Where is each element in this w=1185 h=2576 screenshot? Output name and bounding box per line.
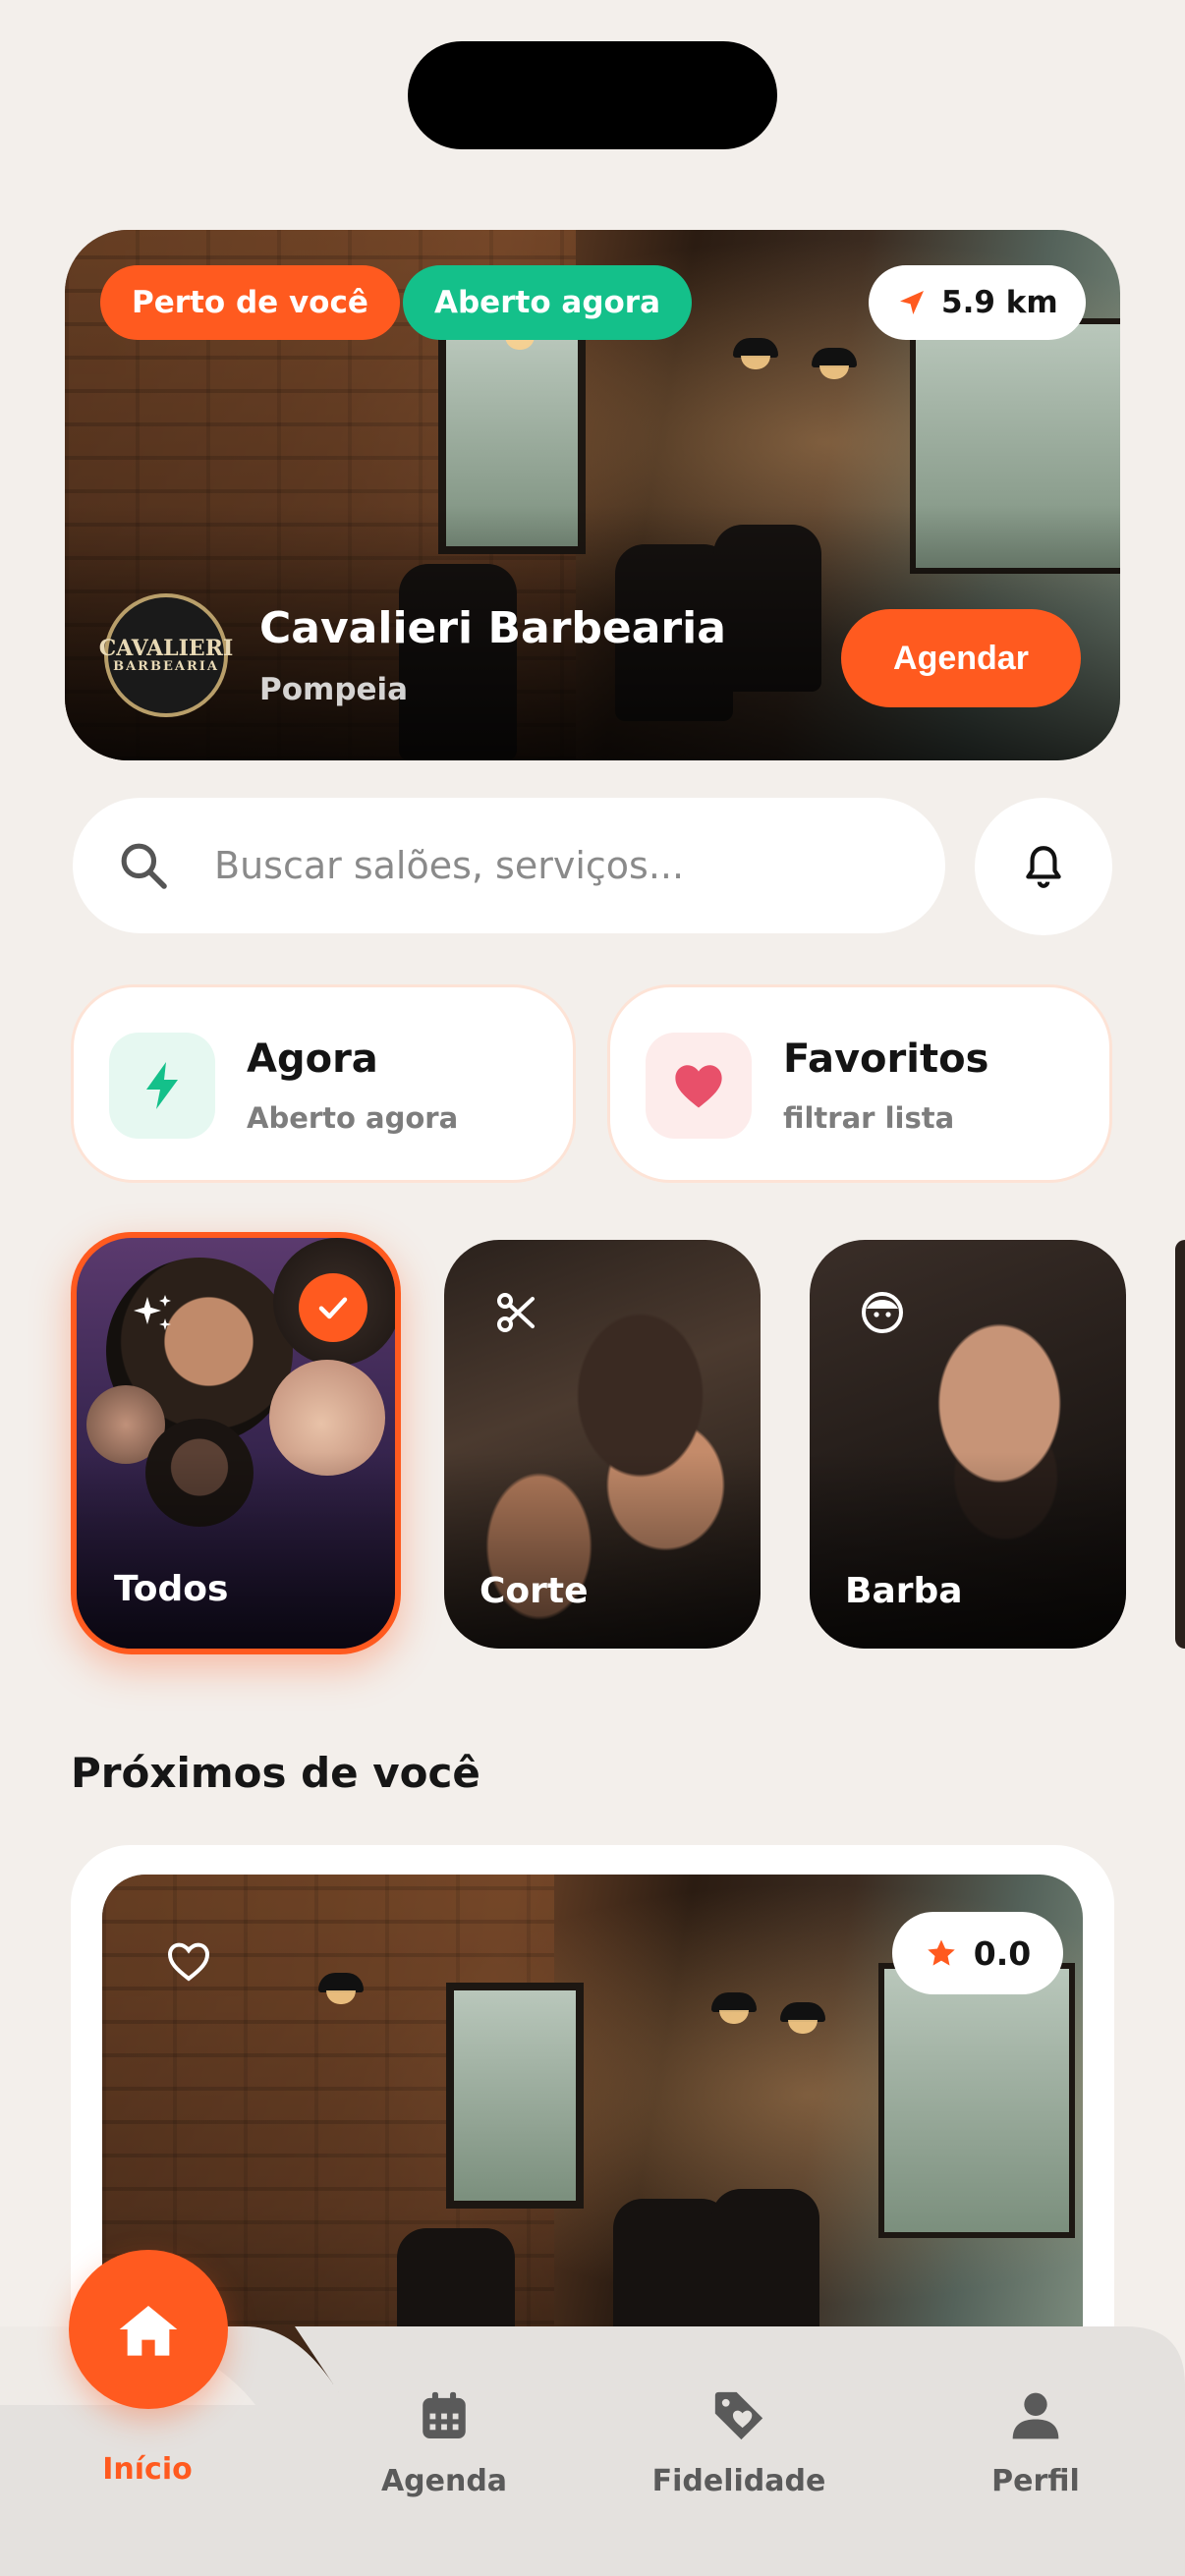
nav-agenda[interactable]: Agenda: [336, 2387, 552, 2498]
tag-heart-icon: [714, 2391, 763, 2440]
nav-inicio[interactable]: Início: [39, 2433, 255, 2487]
book-button[interactable]: Agendar: [841, 609, 1081, 707]
star-icon: [928, 1939, 955, 1966]
search-bar[interactable]: [73, 798, 945, 933]
navigation-arrow-icon: [900, 291, 924, 314]
filter-title: Agora: [247, 1036, 378, 1082]
featured-shop-banner[interactable]: Perto de você Aberto agora 5.9 km CAVALI…: [65, 230, 1120, 760]
sparkles-icon: [134, 1295, 171, 1330]
category-all[interactable]: Todos: [71, 1232, 401, 1654]
open-now-badge: Aberto agora: [403, 265, 693, 340]
shop-name: Cavalieri Barbearia: [259, 603, 726, 653]
category-next-peek[interactable]: [1175, 1240, 1185, 1649]
nav-label: Agenda: [380, 2464, 508, 2498]
shop-neighborhood: Pompeia: [259, 672, 409, 707]
home-icon: [119, 2306, 178, 2356]
check-icon: [318, 1297, 348, 1319]
shop-logo: CAVALIERI BARBEARIA: [99, 593, 233, 717]
category-label: Barba: [845, 1571, 963, 1611]
nav-fidelidade[interactable]: Fidelidade: [631, 2387, 847, 2498]
distance-badge: 5.9 km: [869, 265, 1086, 340]
bell-icon: [1026, 846, 1061, 888]
calendar-icon: [423, 2391, 466, 2438]
search-input[interactable]: [214, 844, 882, 887]
filter-open-now-card[interactable]: Agora Aberto agora: [71, 984, 576, 1183]
filter-subtitle: filtrar lista: [783, 1101, 955, 1135]
user-icon: [1012, 2392, 1059, 2439]
heart-icon: [675, 1065, 722, 1108]
search-icon: [121, 843, 167, 889]
scissors-icon: [497, 1293, 535, 1332]
category-label: Corte: [480, 1571, 589, 1611]
home-fab[interactable]: [69, 2250, 228, 2409]
rating-value: 0.0: [973, 1933, 1032, 1973]
face-icon: [862, 1292, 903, 1333]
distance-value: 5.9 km: [941, 285, 1058, 320]
category-corte[interactable]: Corte: [444, 1240, 761, 1649]
nav-perfil[interactable]: Perfil: [928, 2387, 1144, 2498]
camera-notch: [408, 41, 777, 149]
filter-favorites-card[interactable]: Favoritos filtrar lista: [607, 984, 1112, 1183]
nav-label: Início: [102, 2452, 193, 2487]
selected-check: [299, 1273, 367, 1342]
category-barba[interactable]: Barba: [810, 1240, 1126, 1649]
notifications-button[interactable]: [975, 798, 1112, 935]
lightning-icon: [146, 1062, 178, 1109]
section-title: Próximos de você: [71, 1749, 480, 1797]
heart-outline-icon: [167, 1942, 210, 1982]
favorite-button[interactable]: [159, 1932, 218, 1990]
nav-label: Fidelidade: [651, 2464, 826, 2498]
nav-label: Perfil: [991, 2464, 1080, 2498]
rating-badge: 0.0: [892, 1912, 1063, 1994]
category-label: Todos: [114, 1569, 229, 1609]
filter-subtitle: Aberto agora: [247, 1101, 459, 1135]
near-you-badge: Perto de você: [100, 265, 400, 340]
filter-title: Favoritos: [783, 1036, 989, 1082]
